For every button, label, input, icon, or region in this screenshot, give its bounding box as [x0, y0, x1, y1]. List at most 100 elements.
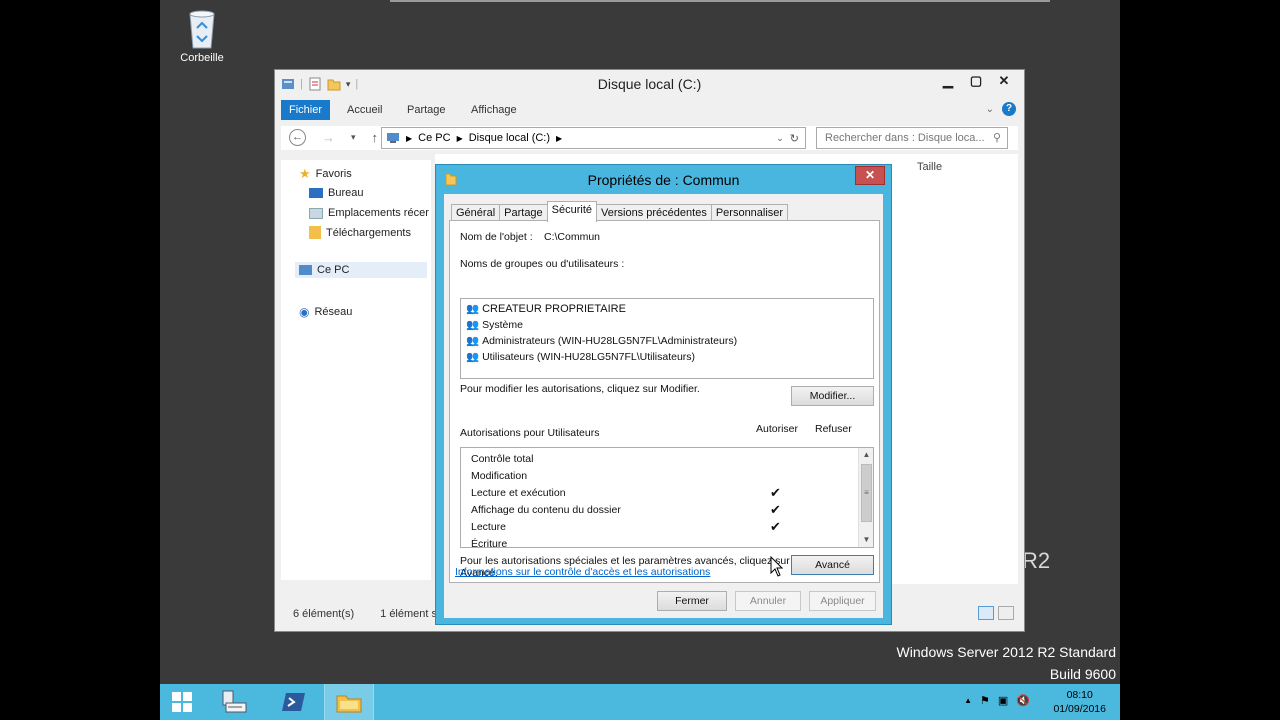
nav-emplacements-recents[interactable]: Emplacements récer [309, 207, 429, 219]
breadcrumb-ce-pc[interactable]: Ce PC [418, 132, 450, 144]
volume-muted-icon[interactable]: 🔇 [1016, 694, 1030, 707]
table-row: Contrôle total [471, 451, 851, 468]
large-icons-view-icon[interactable] [998, 606, 1014, 620]
explorer-taskbar-button[interactable] [324, 684, 374, 720]
users-icon: 👥 [466, 303, 480, 315]
cancel-button[interactable]: Annuler [735, 591, 801, 611]
explorer-title-bar[interactable]: | ▾ | Disque local (C:) ▁ ▢ ✕ [275, 70, 1024, 97]
security-tab-panel: Nom de l'objet : C:\Commun Noms de group… [449, 220, 880, 583]
search-input[interactable]: Rechercher dans : Disque loca... ⚲ [816, 127, 1008, 149]
breadcrumb-separator-icon[interactable]: ▶ [406, 134, 412, 143]
top-edge [390, 0, 1050, 2]
dialog-close-button[interactable]: ✕ [855, 166, 885, 185]
breadcrumb-separator-icon[interactable]: ▶ [556, 134, 562, 143]
list-item[interactable]: 👥 Administrateurs (WIN-HU28LG5N7FL\Admin… [466, 334, 738, 348]
action-center-flag-icon[interactable]: ⚑ [980, 694, 990, 707]
nav-favoris-label: Favoris [315, 168, 352, 180]
recent-locations-icon[interactable]: ▾ [351, 132, 356, 143]
expand-ribbon-icon[interactable]: ⌄ [986, 104, 994, 115]
help-icon[interactable]: ? [1002, 102, 1016, 116]
explorer-window-controls: ▁ ▢ ✕ [934, 72, 1018, 90]
modify-button[interactable]: Modifier... [791, 386, 874, 406]
tab-personnaliser[interactable]: Personnaliser [710, 204, 789, 221]
apply-button[interactable]: Appliquer [809, 591, 876, 611]
watermark-edition: Windows Server 2012 R2 Standard [896, 644, 1116, 660]
scroll-up-icon[interactable]: ▲ [859, 448, 873, 462]
groups-list[interactable]: 👥 CREATEUR PROPRIETAIRE 👥 Système 👥 Admi… [460, 298, 874, 379]
advanced-button[interactable]: Avancé [791, 555, 874, 575]
group-name: CREATEUR PROPRIETAIRE [482, 302, 626, 315]
taskbar: ▲ ⚑ ▣ 🔇 08:10 01/09/2016 [160, 684, 1120, 720]
scroll-down-icon[interactable]: ▼ [859, 533, 873, 547]
maximize-button[interactable]: ▢ [962, 72, 990, 90]
details-view-icon[interactable] [978, 606, 994, 620]
object-name-value: C:\Commun [544, 231, 601, 243]
tab-fichier[interactable]: Fichier [281, 100, 331, 120]
tab-versions-precedentes[interactable]: Versions précédentes [596, 204, 712, 221]
properties-dialog: Propriétés de : Commun ✕ Général Partage… [435, 164, 892, 625]
list-item[interactable]: 👥 Système [466, 318, 523, 332]
close-button[interactable]: ✕ [990, 72, 1018, 90]
refresh-icon[interactable]: ↻ [790, 132, 799, 145]
back-button[interactable]: ← [289, 129, 306, 146]
show-hidden-icons-icon[interactable]: ▲ [964, 696, 972, 705]
clock[interactable]: 08:10 01/09/2016 [1053, 688, 1106, 716]
list-item[interactable]: 👥 CREATEUR PROPRIETAIRE [466, 302, 626, 316]
star-icon: ★ [299, 166, 311, 181]
tab-partage[interactable]: Partage [399, 100, 454, 120]
permissions-scrollbar[interactable]: ▲ ≡ ▼ [858, 448, 873, 547]
server-manager-icon [222, 690, 247, 713]
powershell-taskbar-button[interactable] [272, 684, 316, 720]
forward-button[interactable]: → [322, 130, 335, 145]
nav-ce-pc-label: Ce PC [317, 264, 350, 276]
start-button[interactable] [160, 684, 204, 720]
tab-affichage[interactable]: Affichage [463, 100, 525, 120]
breadcrumb-disque-local[interactable]: Disque local (C:) [469, 132, 550, 144]
nav-ce-pc[interactable]: Ce PC [295, 262, 427, 278]
column-header-taille[interactable]: Taille [917, 161, 942, 173]
nav-bureau[interactable]: Bureau [309, 187, 363, 199]
address-bar[interactable]: ▶ Ce PC ▶ Disque local (C:) ▶ ⌄ ↻ [381, 127, 806, 149]
up-button[interactable]: ↑ [372, 130, 379, 145]
minimize-button[interactable]: ▁ [934, 72, 962, 90]
access-control-info-link[interactable]: Informations sur le contrôle d'accès et … [455, 566, 710, 578]
tab-accueil[interactable]: Accueil [339, 100, 390, 120]
recycle-bin-shortcut[interactable]: Corbeille [170, 6, 234, 64]
dialog-tabs: Général Partage Sécurité Versions précéd… [451, 201, 789, 222]
desktop-icon [309, 188, 323, 198]
dialog-title-bar[interactable]: Propriétés de : Commun ✕ [436, 165, 891, 193]
tab-partage[interactable]: Partage [499, 204, 548, 221]
breadcrumb-separator-icon[interactable]: ▶ [457, 134, 463, 143]
close-dialog-button[interactable]: Fermer [657, 591, 727, 611]
allow-check-icon: ✔ [770, 485, 781, 500]
tab-general[interactable]: Général [451, 204, 501, 221]
nav-telechargements-label: Téléchargements [326, 226, 411, 239]
permissions-list[interactable]: Contrôle total Modification Lecture et e… [460, 447, 874, 548]
allow-check-icon: ✔ [770, 502, 781, 517]
scroll-thumb[interactable]: ≡ [861, 464, 872, 522]
network-tray-icon[interactable]: ▣ [998, 694, 1008, 707]
nav-emplacements-label: Emplacements récer [328, 207, 429, 219]
computer-icon [387, 133, 399, 143]
ribbon: Fichier Accueil Partage Affichage ⌄ ? [281, 98, 1018, 120]
search-icon[interactable]: ⚲ [993, 128, 1001, 148]
users-icon: 👥 [466, 335, 480, 347]
allow-header: Autoriser [756, 423, 799, 435]
group-name: Administrateurs (WIN-HU28LG5N7FL\Adminis… [482, 334, 738, 347]
list-item[interactable]: 👥 Utilisateurs (WIN-HU28LG5N7FL\Utilisat… [466, 350, 695, 364]
view-switcher [978, 606, 1014, 620]
status-count: 6 élément(s) [293, 608, 355, 620]
os-watermark: Windows Server 2012 R2 Standard Build 96… [897, 641, 1116, 685]
server-manager-taskbar-button[interactable] [212, 684, 256, 720]
permission-name: Affichage du contenu du dossier [471, 504, 621, 516]
status-selected: 1 élément se [380, 608, 444, 620]
desktop: Corbeille R2 | ▾ | Disque local (C:) ▁ ▢… [160, 0, 1120, 720]
nav-reseau[interactable]: ◉ Réseau [299, 305, 352, 319]
clock-time: 08:10 [1066, 689, 1093, 701]
address-dropdown-icon[interactable]: ⌄ [776, 133, 784, 144]
tab-securite[interactable]: Sécurité [546, 201, 598, 222]
table-row: Écriture [471, 536, 851, 547]
permission-name: Contrôle total [471, 453, 534, 465]
nav-favoris[interactable]: ★ Favoris [299, 166, 352, 182]
nav-telechargements[interactable]: Téléchargements [309, 226, 411, 239]
